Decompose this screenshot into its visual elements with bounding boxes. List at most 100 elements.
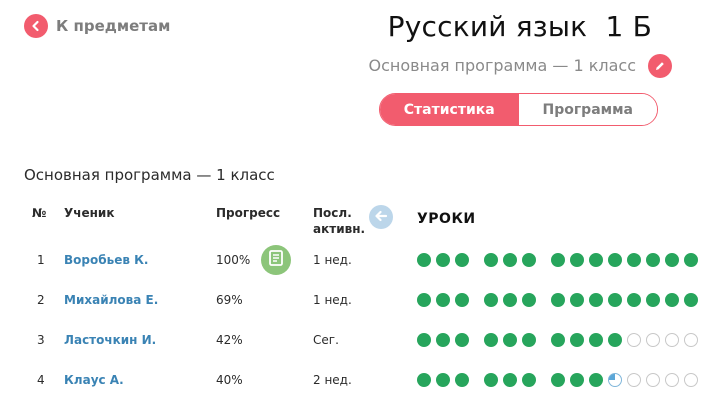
lesson-dot-done[interactable] — [503, 333, 517, 347]
lesson-dot-done[interactable] — [646, 253, 660, 267]
student-name-link[interactable]: Клаус А. — [64, 373, 124, 387]
lesson-dot-partial[interactable] — [608, 373, 622, 387]
student-name-link[interactable]: Воробьев К. — [64, 253, 148, 267]
lesson-dot-done[interactable] — [436, 333, 450, 347]
column-header-lessons: УРОКИ — [417, 211, 476, 227]
lesson-dot-done[interactable] — [436, 253, 450, 267]
arrow-left-icon — [374, 208, 388, 227]
lesson-dot-todo[interactable] — [627, 373, 641, 387]
lesson-dot-done[interactable] — [608, 293, 622, 307]
lesson-dot-done[interactable] — [455, 253, 469, 267]
lesson-progress-dots — [417, 373, 704, 387]
lesson-dot-done[interactable] — [522, 253, 536, 267]
document-icon — [269, 250, 283, 270]
column-header-student: Ученик — [64, 206, 115, 220]
table-row: 4 Клаус А. 40% 2 нед. — [0, 360, 704, 400]
lesson-dot-done[interactable] — [608, 253, 622, 267]
lesson-progress-dots — [417, 333, 704, 347]
scroll-lessons-left-button[interactable] — [369, 205, 393, 229]
pencil-icon — [654, 57, 666, 76]
column-header-num: № — [32, 206, 47, 220]
section-title: Основная программа — 1 класс — [24, 166, 275, 184]
lesson-dot-done[interactable] — [570, 373, 584, 387]
arrow-left-icon — [24, 14, 48, 38]
lesson-dot-done[interactable] — [684, 293, 698, 307]
lesson-dot-done[interactable] — [436, 293, 450, 307]
column-header-last-activity: Посл. активн. — [313, 206, 366, 236]
lesson-dot-done[interactable] — [570, 333, 584, 347]
table-row: 2 Михайлова Е. 69% 1 нед. — [0, 280, 704, 320]
lesson-dot-done[interactable] — [589, 333, 603, 347]
lesson-dot-todo[interactable] — [646, 373, 660, 387]
lesson-dot-done[interactable] — [684, 253, 698, 267]
last-activity-value: Сег. — [313, 333, 339, 347]
report-button[interactable] — [261, 245, 291, 275]
lesson-dot-todo[interactable] — [665, 333, 679, 347]
tab-program[interactable]: Программа — [518, 94, 657, 125]
back-to-subjects-button[interactable]: К предметам — [24, 14, 170, 38]
last-activity-value: 2 нед. — [313, 373, 352, 387]
lesson-dot-done[interactable] — [455, 333, 469, 347]
lesson-dot-todo[interactable] — [627, 333, 641, 347]
back-label: К предметам — [56, 17, 171, 35]
lesson-dot-done[interactable] — [503, 293, 517, 307]
lesson-dot-done[interactable] — [627, 253, 641, 267]
lesson-dot-done[interactable] — [484, 333, 498, 347]
progress-value: 40% — [216, 373, 243, 387]
lesson-dot-done[interactable] — [484, 293, 498, 307]
lesson-dot-done[interactable] — [551, 333, 565, 347]
lesson-progress-dots — [417, 293, 704, 307]
lesson-dot-done[interactable] — [570, 253, 584, 267]
lesson-dot-done[interactable] — [417, 293, 431, 307]
student-name-link[interactable]: Михайлова Е. — [64, 293, 158, 307]
program-subtitle: Основная программа — 1 класс — [368, 56, 637, 75]
row-number: 1 — [37, 253, 45, 267]
row-number: 4 — [37, 373, 45, 387]
lesson-dot-done[interactable] — [627, 293, 641, 307]
tab-statistics[interactable]: Статистика — [380, 94, 519, 125]
lesson-dot-done[interactable] — [522, 293, 536, 307]
lesson-dot-todo[interactable] — [665, 373, 679, 387]
lesson-dot-done[interactable] — [484, 373, 498, 387]
lesson-dot-done[interactable] — [436, 373, 450, 387]
row-number: 2 — [37, 293, 45, 307]
column-header-progress: Прогресс — [216, 206, 281, 220]
lesson-dot-done[interactable] — [570, 293, 584, 307]
lesson-dot-done[interactable] — [608, 333, 622, 347]
view-tabs: Статистика Программа — [379, 93, 658, 126]
page-title: Русский язык 1 Б — [387, 10, 652, 43]
last-activity-value: 1 нед. — [313, 253, 352, 267]
lesson-dot-done[interactable] — [503, 253, 517, 267]
lesson-dot-done[interactable] — [551, 373, 565, 387]
lesson-dot-done[interactable] — [484, 253, 498, 267]
table-row: 3 Ласточкин И. 42% Сег. — [0, 320, 704, 360]
lesson-dot-done[interactable] — [551, 293, 565, 307]
lesson-dot-done[interactable] — [417, 333, 431, 347]
lesson-dot-todo[interactable] — [684, 333, 698, 347]
lesson-dot-done[interactable] — [503, 373, 517, 387]
lesson-dot-done[interactable] — [665, 293, 679, 307]
progress-value: 42% — [216, 333, 243, 347]
lesson-dot-done[interactable] — [646, 293, 660, 307]
progress-value: 100% — [216, 253, 251, 267]
lesson-dot-done[interactable] — [589, 293, 603, 307]
table-row: 1 Воробьев К. 100% 1 нед. — [0, 240, 704, 280]
lesson-dot-todo[interactable] — [684, 373, 698, 387]
lesson-dot-done[interactable] — [551, 253, 565, 267]
lesson-progress-dots — [417, 253, 704, 267]
lesson-dot-done[interactable] — [522, 333, 536, 347]
lesson-dot-done[interactable] — [417, 373, 431, 387]
lesson-dot-done[interactable] — [417, 253, 431, 267]
lesson-dot-done[interactable] — [589, 373, 603, 387]
progress-value: 69% — [216, 293, 243, 307]
row-number: 3 — [37, 333, 45, 347]
lesson-dot-done[interactable] — [589, 253, 603, 267]
lesson-dot-done[interactable] — [455, 293, 469, 307]
lesson-dot-done[interactable] — [522, 373, 536, 387]
lesson-dot-done[interactable] — [455, 373, 469, 387]
edit-button[interactable] — [648, 54, 672, 78]
student-name-link[interactable]: Ласточкин И. — [64, 333, 156, 347]
lesson-dot-done[interactable] — [665, 253, 679, 267]
last-activity-value: 1 нед. — [313, 293, 352, 307]
lesson-dot-todo[interactable] — [646, 333, 660, 347]
